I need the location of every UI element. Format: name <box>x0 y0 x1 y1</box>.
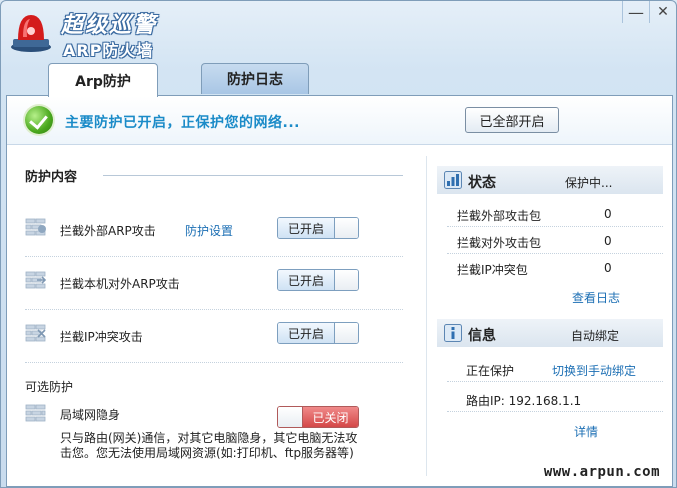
row-label-outbound-arp: 拦截本机对外ARP攻击 <box>60 277 180 291</box>
status-chart-icon <box>444 171 462 189</box>
divider <box>447 253 663 254</box>
optional-protection-title: 可选防护 <box>25 380 74 394</box>
divider <box>25 256 403 257</box>
toggle-lan-stealth[interactable]: 已关闭 <box>277 406 359 428</box>
app-subtitle: ARP防火墙 <box>63 41 154 60</box>
wall-shield-icon <box>25 218 46 236</box>
toggle-outbound-arp[interactable]: 已开启 <box>277 269 359 291</box>
toggle-ip-conflict[interactable]: 已开启 <box>277 322 359 344</box>
divider <box>426 156 427 476</box>
siren-logo-icon <box>11 15 51 52</box>
info-title: 信息 <box>468 328 496 344</box>
tab-arp-protection[interactable]: Arp防护 <box>48 63 158 97</box>
section-title: 防护内容 <box>25 170 78 185</box>
binding-mode: 自动绑定 <box>571 329 620 343</box>
tab-protection-log[interactable]: 防护日志 <box>201 63 309 94</box>
content-panel: 主要防护已开启，正保护您的网络... 已全部开启 防护内容 拦截外部ARP攻击 … <box>6 95 673 487</box>
toggle-on-label: 已开启 <box>278 218 335 238</box>
divider <box>25 309 403 310</box>
minimize-button[interactable]: — <box>622 1 649 23</box>
all-on-button[interactable]: 已全部开启 <box>465 107 559 133</box>
app-window: 超级巡警 ARP防火墙 — ✕ Arp防护 防护日志 主要防护已开启，正保护您的… <box>0 0 677 488</box>
row-label-lan-stealth: 局域网隐身 <box>60 408 121 422</box>
app-title: 超级巡警 <box>61 13 158 38</box>
toggle-on-label: 已开启 <box>278 323 335 343</box>
divider <box>447 226 663 227</box>
toggle-off-label: 已关闭 <box>303 407 358 427</box>
toggle-on-label: 已开启 <box>278 270 335 290</box>
row-label-ip-conflict: 拦截IP冲突攻击 <box>60 330 143 344</box>
stat-label-outbound: 拦截对外攻击包 <box>457 236 542 250</box>
window-controls: — ✕ <box>622 1 676 23</box>
wall-arrow-icon <box>25 271 47 289</box>
divider <box>447 381 663 382</box>
banner-message: 主要防护已开启，正保护您的网络... <box>65 115 300 131</box>
check-icon <box>25 106 53 134</box>
close-button[interactable]: ✕ <box>649 1 676 23</box>
status-header: 状态 保护中... <box>437 166 663 194</box>
divider <box>103 175 403 176</box>
row-label-external-arp: 拦截外部ARP攻击 <box>60 224 156 238</box>
status-title: 状态 <box>468 175 496 191</box>
stat-label-external: 拦截外部攻击包 <box>457 209 542 223</box>
stealth-description: 只与路由(网关)通信，对其它电脑隐身，其它电脑无法攻击您。您无法使用局域网资源(… <box>60 431 358 460</box>
status-state: 保护中... <box>565 176 613 190</box>
switch-manual-binding-link[interactable]: 切换到手动绑定 <box>552 362 636 379</box>
status-banner: 主要防护已开启，正保护您的网络... 已全部开启 <box>7 96 672 145</box>
stat-label-ip-conflict: 拦截IP冲突包 <box>457 263 528 277</box>
view-log-link[interactable]: 查看日志 <box>572 289 620 306</box>
router-ip: 路由IP: 192.168.1.1 <box>466 394 582 408</box>
divider <box>25 362 403 363</box>
wall-icon <box>25 404 46 422</box>
protection-settings-link[interactable]: 防护设置 <box>185 222 233 239</box>
info-header: 信息 自动绑定 <box>437 319 663 347</box>
stat-value-external: 0 <box>604 207 612 221</box>
watermark: www.arpun.com <box>543 464 660 480</box>
stat-value-ip-conflict: 0 <box>604 261 612 275</box>
info-icon <box>444 324 462 342</box>
stat-value-outbound: 0 <box>604 234 612 248</box>
details-link[interactable]: 详情 <box>574 423 598 440</box>
toggle-external-arp[interactable]: 已开启 <box>277 217 359 239</box>
wall-cross-icon <box>25 324 46 342</box>
divider <box>447 411 663 412</box>
protecting-label: 正在保护 <box>466 364 515 378</box>
